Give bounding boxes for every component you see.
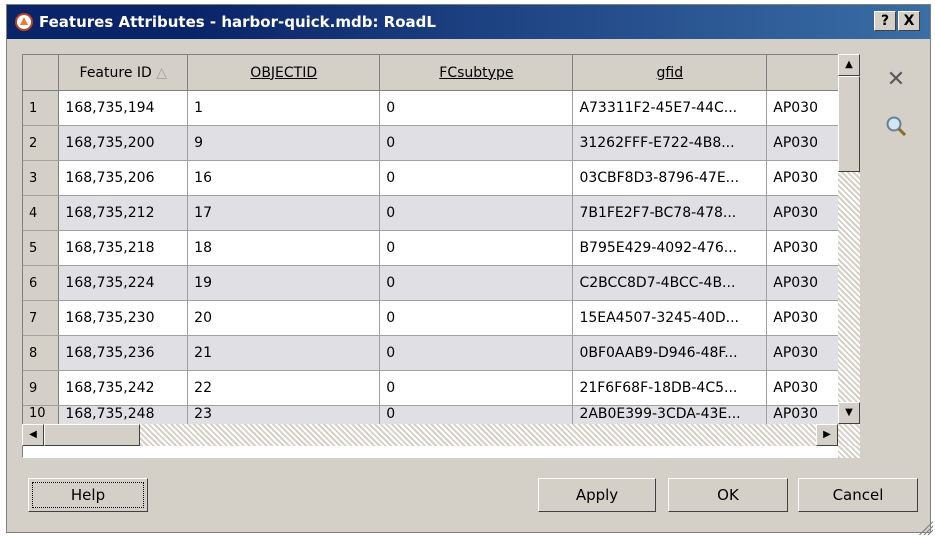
attribute-table: Feature ID △ OBJECTID FCsubtype gfid 1 16… [23,55,859,427]
window-title: Features Attributes - harbor-quick.mdb: … [39,13,436,31]
cell-gfid[interactable]: 03CBF8D3-8796-47E... [572,160,768,196]
cell-fcsubtype[interactable]: 0 [379,265,574,301]
cell-gfid[interactable]: A73311F2-45E7-44C... [572,90,768,126]
row-number[interactable]: 7 [23,300,60,336]
row-number[interactable]: 6 [23,265,60,301]
cell-gfid[interactable]: 7B1FE2F7-BC78-478... [572,195,768,231]
row-number[interactable]: 1 [23,90,60,126]
cell-gfid[interactable]: 15EA4507-3245-40D... [572,300,768,336]
apply-button[interactable]: Apply [538,478,656,512]
scroll-down-button[interactable]: ▼ [838,402,860,424]
cell-fcsubtype[interactable]: 0 [379,195,574,231]
cell-feature-id[interactable]: 168,735,212 [58,195,189,231]
table-row[interactable]: 7 168,735,230 20 0 15EA4507-3245-40D... AP030 [23,300,859,336]
cell-objectid[interactable]: 17 [187,195,381,231]
cell-gfid[interactable]: 21F6F68F-18DB-4C5... [572,370,768,406]
cell-fcsubtype[interactable]: 0 [379,160,574,196]
table-row[interactable]: 3 168,735,206 16 0 03CBF8D3-8796-47E... AP030 [23,160,859,196]
cell-gfid[interactable]: 31262FFF-E722-4B8... [572,125,768,161]
table-row[interactable]: 5 168,735,218 18 0 B795E429-4092-476... AP030 [23,230,859,266]
vertical-scroll-thumb[interactable] [838,76,860,172]
column-header-gfid[interactable]: gfid [572,55,768,91]
cell-feature-id[interactable]: 168,735,224 [58,265,189,301]
delete-icon[interactable]: ✕ [884,68,908,92]
cell-feature-id[interactable]: 168,735,230 [58,300,189,336]
table-row[interactable]: 8 168,735,236 21 0 0BF0AAB9-D946-48F... AP030 [23,335,859,371]
column-header-objectid[interactable]: OBJECTID [187,55,381,91]
cell-objectid[interactable]: 9 [187,125,381,161]
cell-fcsubtype[interactable]: 0 [379,90,574,126]
cell-fcsubtype[interactable]: 0 [379,125,574,161]
column-label: gfid [656,64,684,81]
column-header-fcsubtype[interactable]: FCsubtype [379,55,574,91]
close-title-button[interactable]: X [898,11,920,31]
row-number[interactable]: 3 [23,160,60,196]
vertical-scrollbar[interactable]: ▲ ▼ [838,54,860,458]
scroll-up-button[interactable]: ▲ [838,54,860,76]
cell-fcsubtype[interactable]: 0 [379,230,574,266]
help-title-button[interactable]: ? [874,11,896,31]
cell-objectid[interactable]: 21 [187,335,381,371]
help-button[interactable]: Help [28,478,148,512]
cell-objectid[interactable]: 19 [187,265,381,301]
cell-objectid[interactable]: 20 [187,300,381,336]
ok-button[interactable]: OK [668,478,788,512]
cell-feature-id[interactable]: 168,735,194 [58,90,189,126]
scroll-right-button[interactable]: ▶ [816,424,838,446]
cell-fcsubtype[interactable]: 0 [379,300,574,336]
table-row[interactable]: 2 168,735,200 9 0 31262FFF-E722-4B8... AP030 [23,125,859,161]
cell-feature-id[interactable]: 168,735,200 [58,125,189,161]
table-row[interactable]: 1 168,735,194 1 0 A73311F2-45E7-44C... AP030 [23,90,859,126]
cell-objectid[interactable]: 1 [187,90,381,126]
row-header-corner[interactable] [23,55,60,91]
row-number[interactable]: 8 [23,335,60,371]
cell-objectid[interactable]: 18 [187,230,381,266]
column-label: Feature ID [79,64,152,81]
scroll-left-button[interactable]: ◀ [22,424,44,446]
attribute-grid: Feature ID △ OBJECTID FCsubtype gfid 1 16… [22,54,860,458]
table-row[interactable]: 9 168,735,242 22 0 21F6F68F-18DB-4C5... AP030 [23,370,859,406]
table-row[interactable]: 6 168,735,224 19 0 C2BCC8D7-4BCC-4B... AP030 [23,265,859,301]
cell-feature-id[interactable]: 168,735,242 [58,370,189,406]
zoom-to-feature-icon[interactable] [884,114,908,138]
cell-objectid[interactable]: 16 [187,160,381,196]
cell-feature-id[interactable]: 168,735,236 [58,335,189,371]
cell-fcsubtype[interactable]: 0 [379,335,574,371]
row-number[interactable]: 2 [23,125,60,161]
row-number[interactable]: 5 [23,230,60,266]
horizontal-scrollbar[interactable]: ◀ ▶ [22,424,860,446]
cell-gfid[interactable]: 0BF0AAB9-D946-48F... [572,335,768,371]
row-number[interactable]: 4 [23,195,60,231]
table-body: 1 168,735,194 1 0 A73311F2-45E7-44C... AP030 2… [23,90,859,427]
cell-gfid[interactable]: B795E429-4092-476... [572,230,768,266]
app-icon [15,13,33,31]
cancel-button[interactable]: Cancel [798,478,918,512]
column-label: OBJECTID [250,64,318,81]
cell-objectid[interactable]: 22 [187,370,381,406]
column-header-feature-id[interactable]: Feature ID △ [58,55,189,91]
title-bar[interactable]: Features Attributes - harbor-quick.mdb: … [7,5,930,39]
cell-fcsubtype[interactable]: 0 [379,370,574,406]
cell-feature-id[interactable]: 168,735,206 [58,160,189,196]
sort-ascending-icon: △ [156,64,168,81]
horizontal-scroll-thumb[interactable] [44,424,140,446]
cell-feature-id[interactable]: 168,735,218 [58,230,189,266]
table-row[interactable]: 4 168,735,212 17 0 7B1FE2F7-BC78-478... AP030 [23,195,859,231]
column-label: FCsubtype [439,64,514,81]
resize-grip-icon[interactable] [919,521,933,535]
row-number[interactable]: 9 [23,370,60,406]
cell-gfid[interactable]: C2BCC8D7-4BCC-4B... [572,265,768,301]
